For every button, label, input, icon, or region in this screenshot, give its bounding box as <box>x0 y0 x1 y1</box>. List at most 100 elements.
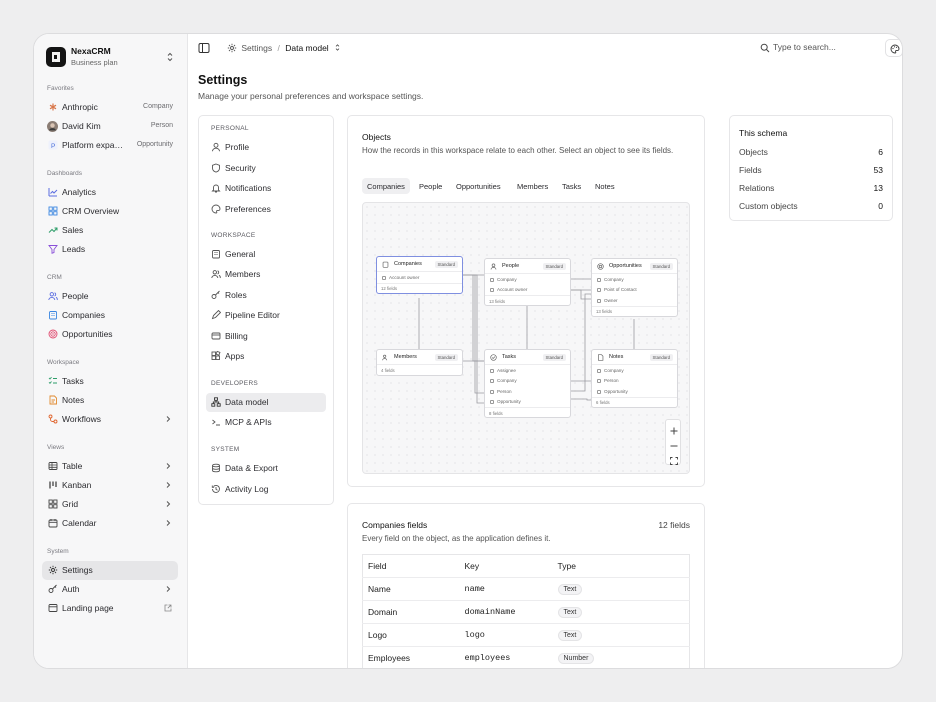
relation-icon <box>597 379 601 383</box>
chevron-right-icon <box>166 501 171 507</box>
node-field: Person <box>497 388 512 394</box>
workspace-logo <box>46 47 66 67</box>
node-members[interactable]: Members Standard 4 fields <box>376 349 463 376</box>
sidebar-item-leads[interactable]: Leads <box>42 240 178 259</box>
stat-value: 13 <box>873 183 883 193</box>
table-row[interactable]: Name name Text <box>362 577 690 601</box>
sidebar-item-kanban[interactable]: Kanban <box>42 476 178 495</box>
node-field: Company <box>604 276 624 282</box>
node-notes[interactable]: Notes Standard Company Person Opportunity… <box>591 349 678 408</box>
building-icon <box>49 311 57 320</box>
objects-title: Objects <box>362 132 391 142</box>
node-field: Opportunity <box>497 399 521 404</box>
stat-label: Custom objects <box>739 201 798 211</box>
node-tasks[interactable]: Tasks Standard Assignee Company Person Op… <box>484 349 571 418</box>
calendar-icon <box>48 519 58 528</box>
sidebar-item-label: Companies <box>62 310 105 320</box>
pencil-icon <box>211 310 221 320</box>
nav-item-mcp-apis[interactable]: MCP & APIs <box>206 413 326 432</box>
search-input[interactable]: Type to search... <box>759 40 849 56</box>
tab-tasks[interactable]: Tasks <box>557 178 586 194</box>
node-footer: 13 fields <box>596 309 613 314</box>
nav-item-data-export[interactable]: Data & Export <box>206 459 326 478</box>
sidebar-item-companies[interactable]: Companies <box>42 306 178 325</box>
sidebar-item-settings[interactable]: Settings <box>42 561 178 580</box>
favorite-meta: Company <box>143 103 173 110</box>
sidebar-item-crm-overview[interactable]: CRM Overview <box>42 202 178 221</box>
nav-item-general[interactable]: General <box>206 245 326 264</box>
nav-item-activity-log[interactable]: Activity Log <box>206 480 326 499</box>
breadcrumb-settings[interactable]: Settings <box>241 43 272 53</box>
sidebar-item-landing-page[interactable]: Landing page <box>42 599 178 618</box>
relation-edges <box>418 274 635 404</box>
palette-icon <box>890 44 900 54</box>
nav-item-notifications[interactable]: Notifications <box>206 179 326 198</box>
nav-item-preferences[interactable]: Preferences <box>206 200 326 219</box>
sidebar-item-opportunities[interactable]: Opportunities <box>42 325 178 344</box>
node-badge: Standard <box>649 353 673 361</box>
nav-item-data-model[interactable]: Data model <box>206 393 326 412</box>
sidebar-toggle-icon[interactable] <box>198 42 210 54</box>
schema-diagram[interactable]: Companies Standard Account owner 12 field… <box>362 202 690 474</box>
theme-palette-button[interactable] <box>885 39 902 57</box>
favorite-item-david-kim[interactable]: David Kim Person <box>42 117 178 136</box>
relation-icon <box>490 288 494 292</box>
sidebar-item-grid[interactable]: Grid <box>42 495 178 514</box>
app-window: NexaCRM Business plan Favorites Anthropi… <box>33 33 903 669</box>
users-icon <box>211 270 221 279</box>
user-icon <box>212 142 220 152</box>
page-title: Settings <box>198 73 248 87</box>
note-icon <box>49 395 57 405</box>
fields-description: Every field on the object, as the applic… <box>362 534 551 543</box>
nav-item-members[interactable]: Members <box>206 265 326 284</box>
list-check-icon <box>48 376 57 384</box>
sidebar-item-label: Auth <box>62 584 80 594</box>
section-favorites: Favorites <box>47 85 74 92</box>
letter-p-icon: P <box>48 140 58 150</box>
zoom-in-button[interactable] <box>669 423 679 435</box>
sidebar-item-table[interactable]: Table <box>42 457 178 476</box>
nav-item-label: Pipeline Editor <box>225 310 280 320</box>
sidebar-item-workflows[interactable]: Workflows <box>42 410 178 429</box>
sidebar-item-people[interactable]: People <box>42 287 178 306</box>
workspace-switcher[interactable]: NexaCRM Business plan <box>46 46 176 70</box>
nav-item-security[interactable]: Security <box>206 159 326 178</box>
zoom-out-button[interactable] <box>669 438 679 448</box>
sidebar-item-sales[interactable]: Sales <box>42 221 178 240</box>
chart-line-icon <box>48 188 58 197</box>
table-row[interactable]: Domain domainName Text <box>362 600 690 624</box>
nav-item-apps[interactable]: Apps <box>206 347 326 366</box>
node-title: Notes <box>609 354 624 360</box>
tab-people[interactable]: People <box>414 178 447 194</box>
table-row[interactable]: Logo logo Text <box>362 623 690 647</box>
sidebar-item-auth[interactable]: Auth <box>42 580 178 599</box>
node-title: Members <box>394 354 417 360</box>
favorite-item-platform[interactable]: P Platform expa… Opportunity <box>42 136 178 155</box>
fit-view-button[interactable] <box>669 453 679 465</box>
field-key: domainName <box>459 600 553 624</box>
nav-item-profile[interactable]: Profile <box>206 138 326 157</box>
sidebar-item-calendar[interactable]: Calendar <box>42 514 178 533</box>
node-footer: 4 fields <box>381 367 395 373</box>
node-people[interactable]: People Standard Company Account owner 13 … <box>484 258 571 306</box>
sidebar-item-notes[interactable]: Notes <box>42 391 178 410</box>
svg-text:P: P <box>51 143 55 150</box>
nav-item-billing[interactable]: Billing <box>206 327 326 346</box>
nav-item-roles[interactable]: Roles <box>206 286 326 305</box>
node-badge: Standard <box>542 353 566 361</box>
tab-notes[interactable]: Notes <box>590 178 620 194</box>
nav-item-pipeline-editor[interactable]: Pipeline Editor <box>206 306 326 325</box>
chevron-updown-icon[interactable] <box>333 43 342 52</box>
table-row[interactable]: Employees employees Number <box>362 646 690 668</box>
node-opportunities[interactable]: Opportunities Standard Company Point of C… <box>591 258 678 317</box>
sidebar-item-analytics[interactable]: Analytics <box>42 183 178 202</box>
sidebar-item-tasks[interactable]: Tasks <box>42 372 178 391</box>
column-header-field: Field <box>362 554 460 578</box>
tab-opportunities[interactable]: Opportunities <box>451 178 506 194</box>
breadcrumb-data-model[interactable]: Data model <box>285 43 328 53</box>
tab-companies[interactable]: Companies <box>362 178 410 194</box>
relation-icon <box>597 298 601 303</box>
node-companies[interactable]: Companies Standard Account owner 12 field… <box>376 256 463 294</box>
favorite-item-anthropic[interactable]: Anthropic Company <box>42 98 178 117</box>
tab-members[interactable]: Members <box>512 178 553 194</box>
